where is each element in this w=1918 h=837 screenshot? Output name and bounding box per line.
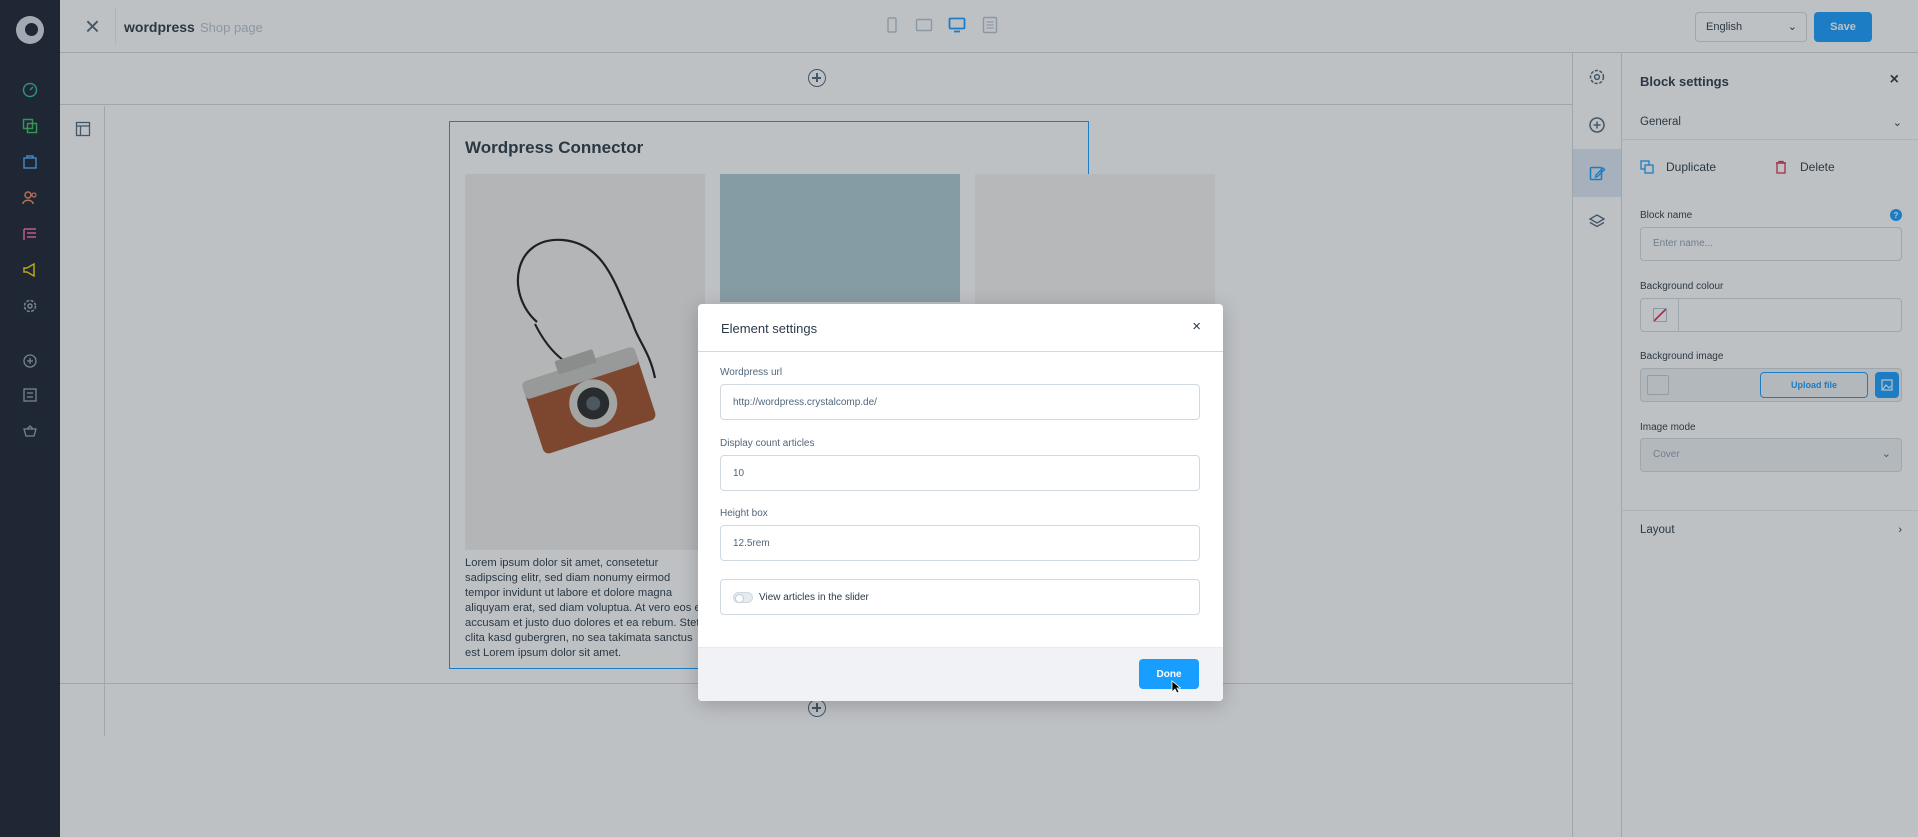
height-box-input[interactable]: 12.5rem (720, 525, 1200, 561)
display-count-input[interactable]: 10 (720, 455, 1200, 491)
display-count-label: Display count articles (720, 438, 815, 449)
wordpress-url-input[interactable]: http://wordpress.crystalcomp.de/ (720, 384, 1200, 420)
modal-footer: Done (698, 647, 1223, 701)
wordpress-url-value: http://wordpress.crystalcomp.de/ (733, 397, 877, 408)
done-button[interactable]: Done (1139, 659, 1199, 689)
mouse-cursor-icon (1171, 680, 1181, 694)
wordpress-url-label: Wordpress url (720, 367, 783, 378)
slider-toggle-label: View articles in the slider (759, 592, 869, 603)
modal-title: Element settings (721, 321, 818, 336)
slider-toggle-row: View articles in the slider (720, 579, 1200, 615)
height-box-label: Height box (720, 508, 768, 519)
close-modal-icon[interactable]: × (1192, 318, 1201, 335)
slider-toggle-switch[interactable] (733, 592, 753, 603)
element-settings-modal: Element settings × Wordpress url http://… (698, 304, 1223, 701)
display-count-value: 10 (733, 468, 745, 479)
height-box-value: 12.5rem (733, 538, 770, 549)
modal-header: Element settings × (698, 304, 1223, 352)
